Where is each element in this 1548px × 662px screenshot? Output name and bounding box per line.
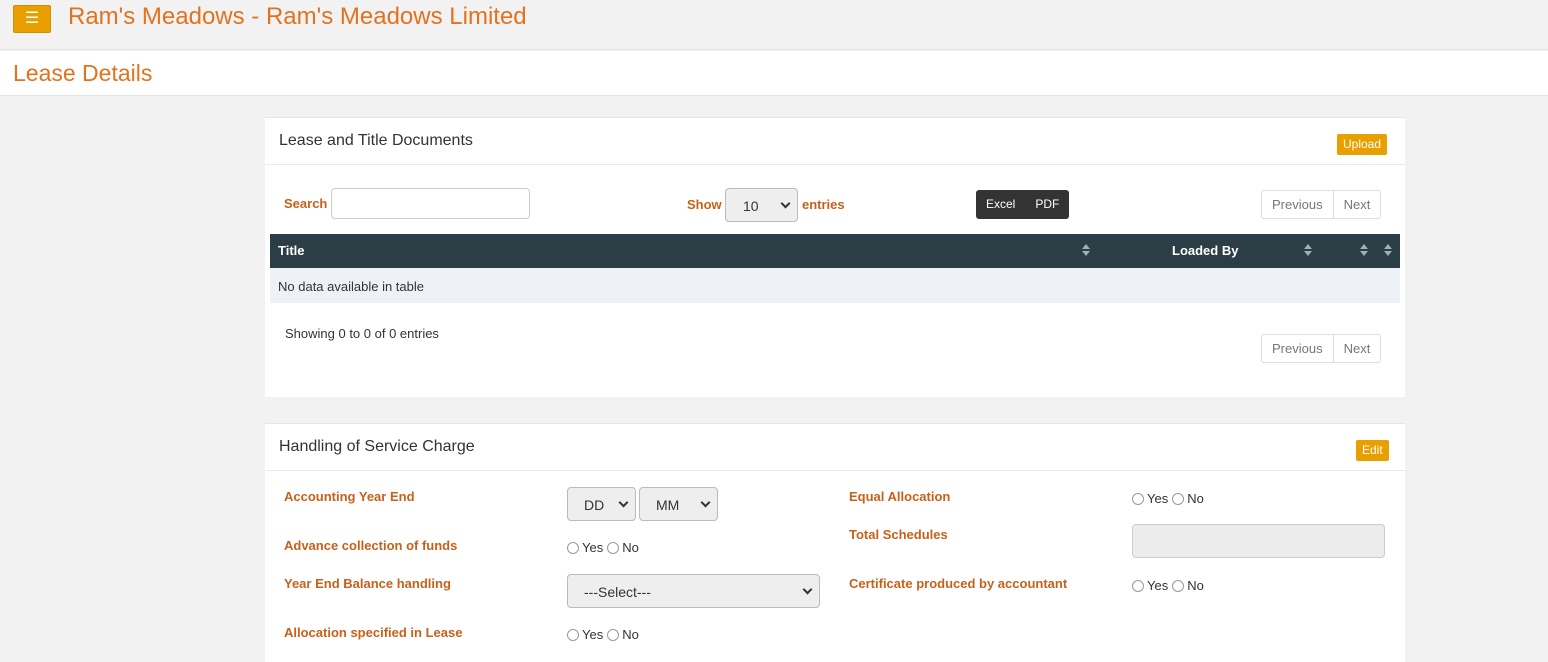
documents-panel-header: Lease and Title Documents Upload [265, 118, 1405, 165]
allocation-specified-radio-group: Yes No [567, 627, 639, 642]
certificate-no-radio[interactable] [1172, 579, 1185, 592]
certificate-label: Certificate produced by accountant [849, 576, 1068, 591]
sort-icon[interactable] [1303, 244, 1313, 258]
sort-icon[interactable] [1359, 244, 1369, 258]
table-header: Title Loaded By [270, 234, 1400, 268]
radio-label-no: No [622, 540, 639, 555]
sort-icon[interactable] [1081, 244, 1091, 258]
empty-table-message: No data available in table [278, 279, 424, 294]
chevron-down-icon [618, 497, 629, 508]
service-charge-panel-title: Handling of Service Charge [279, 438, 475, 455]
entries-label: entries [802, 197, 845, 212]
table-info: Showing 0 to 0 of 0 entries [285, 326, 439, 341]
pdf-button[interactable]: PDF [1025, 190, 1069, 219]
advance-collection-radio-group: Yes No [567, 540, 639, 555]
equal-allocation-radio-group: Yes No [1132, 491, 1204, 506]
show-label: Show [687, 197, 722, 212]
column-header-title[interactable]: Title [278, 243, 305, 258]
app-title: Ram's Meadows - Ram's Meadows Limited [68, 3, 527, 30]
sort-icon[interactable] [1383, 244, 1393, 258]
year-end-balance-select-value: ---Select--- [584, 584, 651, 600]
certificate-yes-radio[interactable] [1132, 579, 1144, 592]
equal-allocation-label: Equal Allocation [849, 489, 951, 504]
hamburger-icon: ☰ [24, 10, 40, 27]
documents-panel: Lease and Title Documents Upload Search … [265, 117, 1405, 397]
day-select[interactable]: DD [567, 487, 636, 521]
advance-collection-yes-radio[interactable] [567, 541, 579, 554]
equal-allocation-yes-radio[interactable] [1132, 492, 1144, 505]
page-header: Lease Details [0, 51, 1548, 96]
entries-select[interactable]: 10 [725, 188, 798, 222]
radio-label-yes: Yes [582, 627, 604, 642]
accounting-year-end-label: Accounting Year End [284, 489, 415, 504]
radio-label-no: No [1187, 491, 1204, 506]
radio-label-yes: Yes [1147, 491, 1169, 506]
radio-label-yes: Yes [1147, 578, 1169, 593]
pagination-bottom: Previous Next [1261, 334, 1382, 363]
certificate-radio-group: Yes No [1132, 578, 1204, 593]
allocation-specified-label: Allocation specified in Lease [284, 625, 463, 640]
page-title: Lease Details [13, 60, 153, 86]
advance-collection-label: Advance collection of funds [284, 538, 458, 553]
search-input[interactable] [331, 188, 530, 219]
next-button[interactable]: Next [1332, 191, 1381, 218]
total-schedules-input [1132, 524, 1385, 558]
year-end-balance-select[interactable]: ---Select--- [567, 574, 820, 608]
radio-label-no: No [622, 627, 639, 642]
total-schedules-label: Total Schedules [849, 527, 948, 542]
month-select-value: MM [656, 497, 680, 513]
advance-collection-no-radio[interactable] [607, 541, 620, 554]
allocation-specified-no-radio[interactable] [607, 628, 620, 641]
radio-label-yes: Yes [582, 540, 604, 555]
export-button-group: Excel PDF [976, 190, 1070, 219]
service-charge-panel-header: Handling of Service Charge Edit [265, 424, 1405, 471]
upload-button[interactable]: Upload [1337, 134, 1388, 155]
radio-label-no: No [1187, 578, 1204, 593]
search-label: Search [284, 196, 328, 211]
entries-select-value: 10 [743, 198, 759, 214]
menu-toggle-button[interactable]: ☰ [13, 5, 51, 33]
documents-panel-title: Lease and Title Documents [279, 132, 473, 149]
equal-allocation-no-radio[interactable] [1172, 492, 1185, 505]
top-bar: ☰ Ram's Meadows - Ram's Meadows Limited [0, 0, 1548, 50]
day-select-value: DD [584, 497, 605, 513]
year-end-balance-label: Year End Balance handling [284, 576, 451, 591]
chevron-down-icon [802, 584, 813, 595]
chevron-down-icon [780, 198, 791, 209]
allocation-specified-yes-radio[interactable] [567, 628, 579, 641]
month-select[interactable]: MM [639, 487, 718, 521]
previous-button[interactable]: Previous [1262, 335, 1333, 362]
chevron-down-icon [700, 497, 711, 508]
previous-button[interactable]: Previous [1262, 191, 1333, 218]
next-button[interactable]: Next [1332, 335, 1381, 362]
edit-button[interactable]: Edit [1356, 440, 1389, 461]
column-header-loaded-by[interactable]: Loaded By [1172, 243, 1238, 258]
excel-button[interactable]: Excel [976, 190, 1025, 219]
service-charge-panel: Handling of Service Charge Edit Accounti… [265, 423, 1405, 662]
pagination-top: Previous Next [1261, 190, 1382, 219]
table-row: No data available in table [270, 268, 1400, 303]
